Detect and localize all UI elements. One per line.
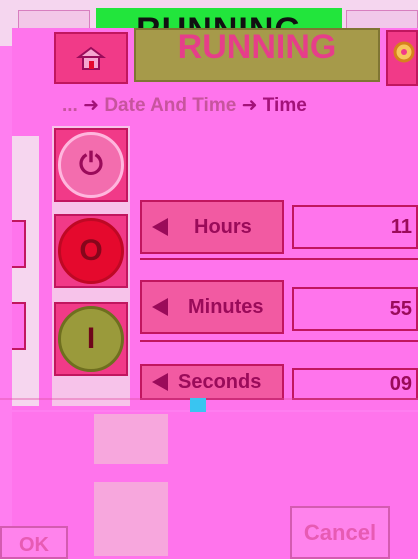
- ok-button[interactable]: OK: [0, 526, 68, 559]
- start-button[interactable]: I: [54, 302, 128, 376]
- hours-decrement-button[interactable]: Hours: [140, 200, 284, 254]
- divider: [140, 258, 418, 260]
- breadcrumb-item-date-and-time[interactable]: Date And Time: [104, 95, 236, 116]
- minutes-decrement-button[interactable]: Minutes: [140, 280, 284, 334]
- home-icon: [76, 46, 106, 70]
- breadcrumb-arrow-icon: ➜: [241, 95, 258, 116]
- left-arrow-icon: [152, 298, 168, 316]
- left-arrow-icon: [152, 373, 168, 391]
- breadcrumb-arrow-icon: ➜: [83, 95, 100, 116]
- status-text: RUNNING: [177, 28, 337, 66]
- power-icon: ⏻: [58, 132, 124, 198]
- stop-icon: O: [58, 218, 124, 284]
- hours-field[interactable]: 11: [292, 205, 418, 249]
- breadcrumb-item-time: Time: [262, 95, 307, 116]
- start-icon: I: [58, 306, 124, 372]
- cancel-button[interactable]: Cancel: [290, 506, 390, 559]
- breadcrumb: ... ➜ Date And Time ➜ Time: [62, 94, 418, 116]
- power-button[interactable]: ⏻: [54, 128, 128, 202]
- side-tab[interactable]: [12, 220, 26, 268]
- side-tab[interactable]: [12, 302, 26, 350]
- seconds-decrement-button[interactable]: Seconds: [140, 364, 284, 400]
- hours-label: Hours: [194, 215, 252, 238]
- home-button[interactable]: [54, 32, 128, 84]
- side-panel: [12, 136, 39, 406]
- divider: [0, 398, 418, 400]
- seconds-field[interactable]: 09: [292, 368, 418, 400]
- divider: [140, 340, 418, 342]
- left-arrow-icon: [152, 218, 168, 236]
- gear-icon: [393, 41, 415, 63]
- settings-button[interactable]: [386, 30, 418, 86]
- background-dpad-button: [94, 482, 168, 556]
- stop-button[interactable]: O: [54, 214, 128, 288]
- background-tool-button: [94, 414, 168, 464]
- minutes-field[interactable]: 55: [292, 287, 418, 331]
- breadcrumb-ellipsis: ...: [62, 95, 78, 116]
- minutes-label: Minutes: [188, 295, 264, 318]
- seconds-label: Seconds: [178, 370, 262, 393]
